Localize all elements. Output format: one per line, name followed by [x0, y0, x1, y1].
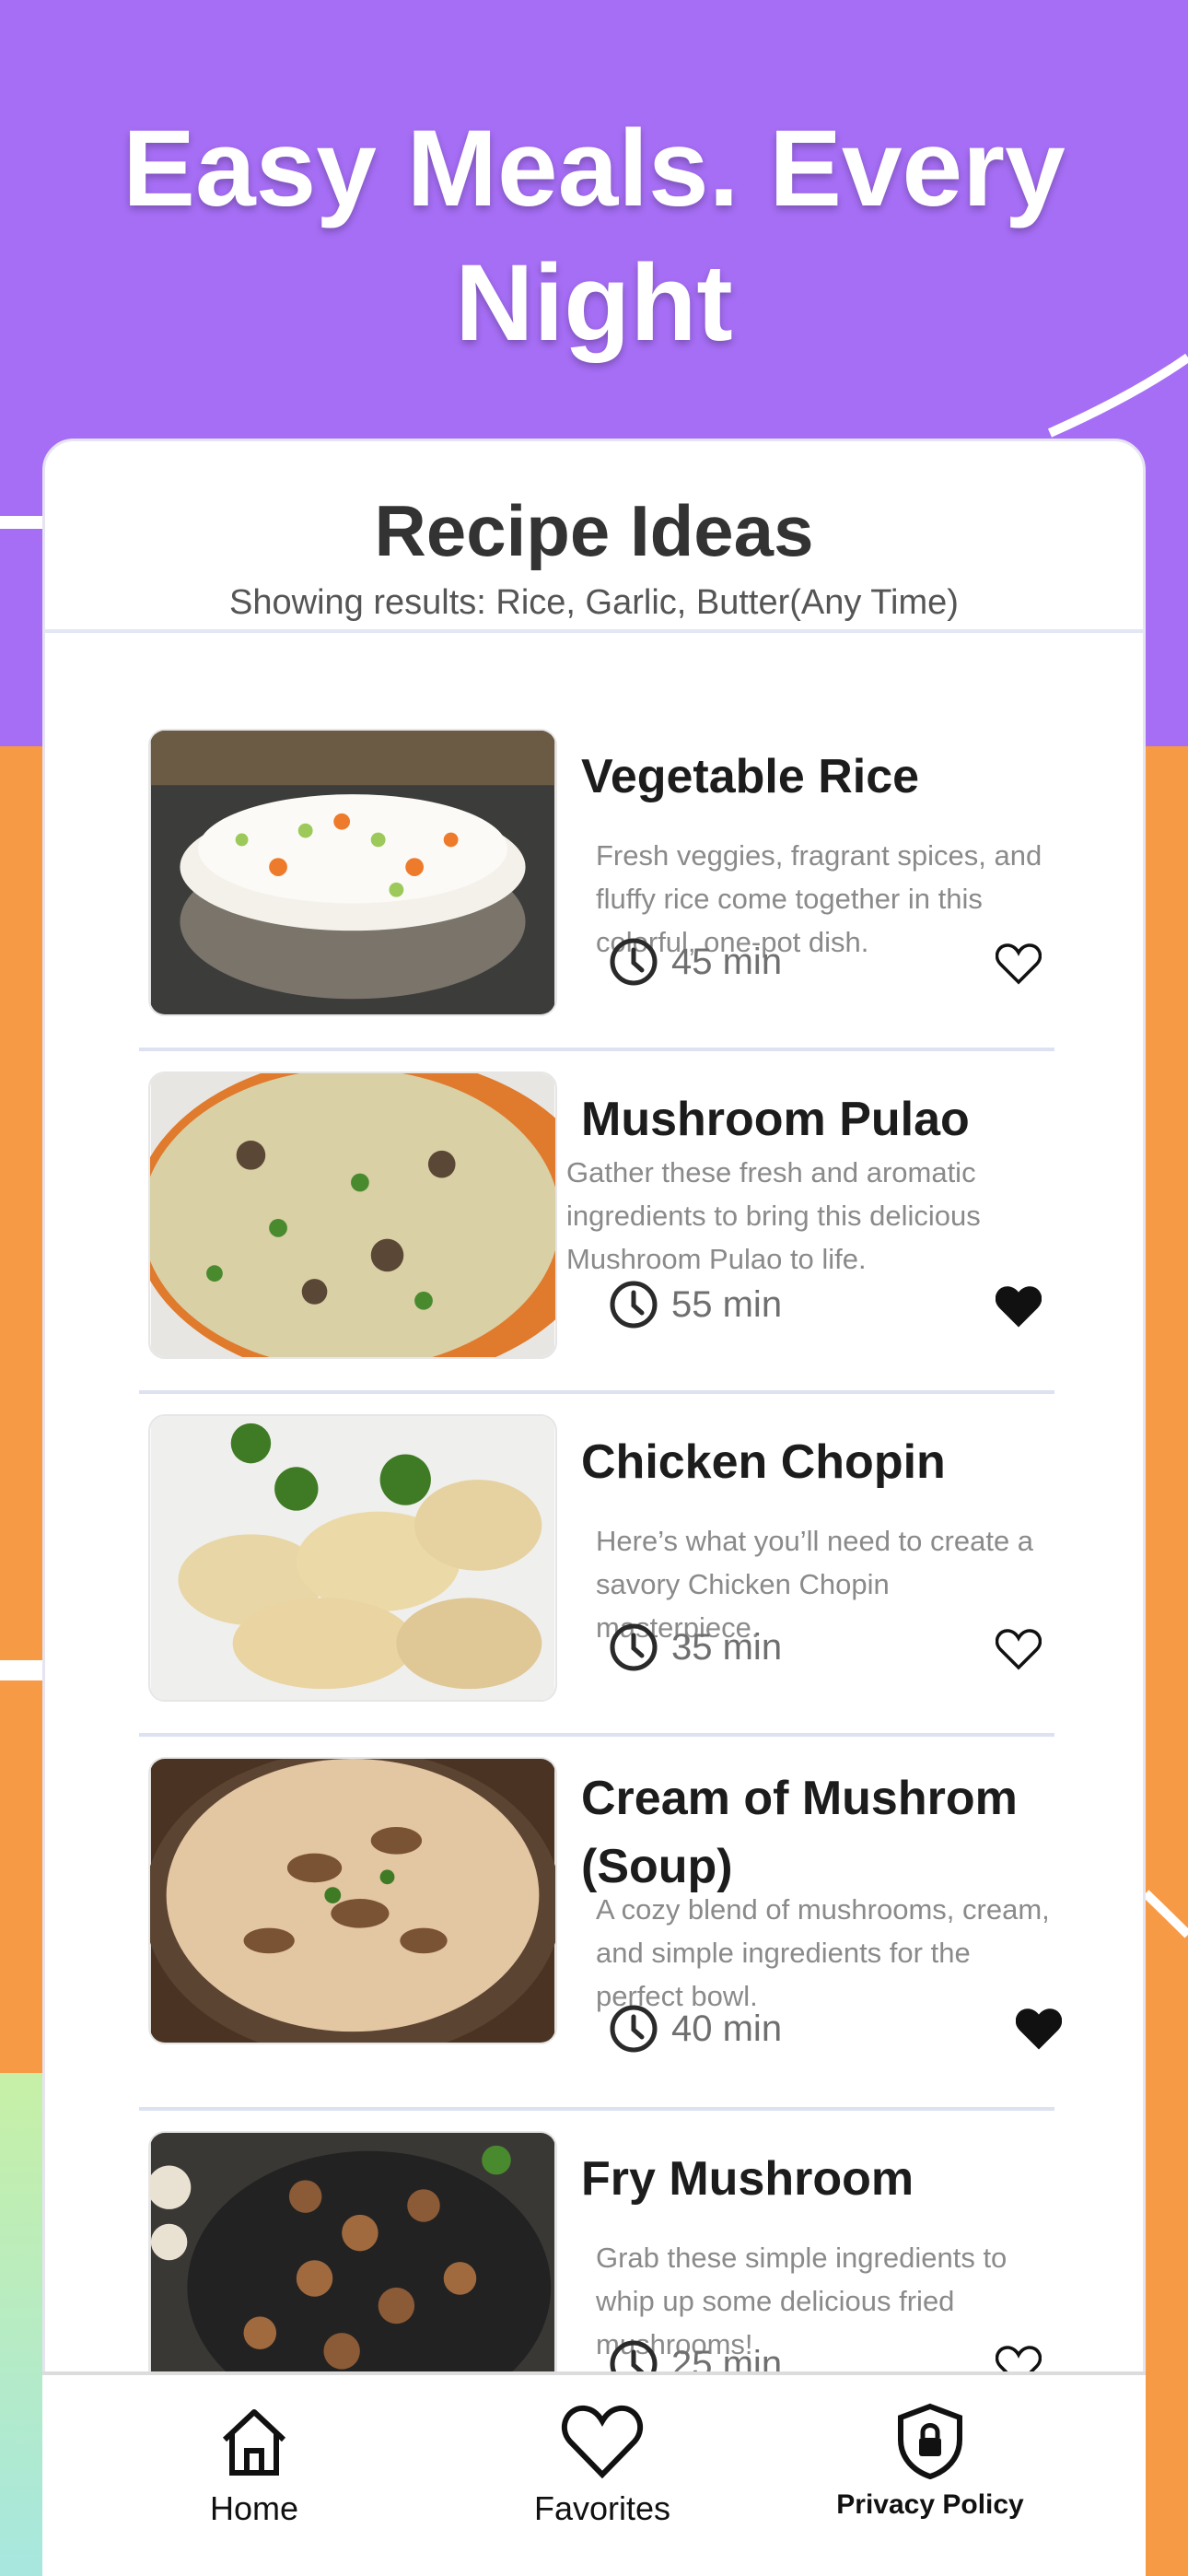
nav-favorites-label: Favorites: [533, 2489, 671, 2527]
recipe-item[interactable]: Chicken Chopin Here’s what you’ll need t…: [139, 1394, 1054, 1737]
clock-icon: [610, 1623, 658, 1671]
shield-lock-icon: [898, 2403, 962, 2480]
hero-title: Easy Meals. Every Night: [122, 108, 1066, 364]
recipe-image: [148, 1757, 557, 2044]
nav-home[interactable]: Home: [116, 2403, 392, 2528]
nav-privacy-policy[interactable]: Privacy Policy: [792, 2403, 1068, 2521]
recipe-image: [148, 729, 557, 1016]
recipe-title: Cream of Mushrom (Soup): [581, 1772, 1018, 1893]
cook-time-value: 55 min: [671, 1283, 783, 1325]
recipe-title: Chicken Chopin: [581, 1435, 946, 1489]
home-icon: [222, 2409, 286, 2476]
card-title: Recipe Ideas: [374, 490, 814, 571]
recipe-image: [148, 1071, 557, 1359]
divider: [45, 629, 1143, 633]
recipe-description: A cozy blend of mushrooms, cream, and si…: [596, 1893, 1050, 2012]
clock-icon: [610, 1281, 658, 1329]
recipe-description: Gather these fresh and aromatic ingredie…: [566, 1156, 981, 1275]
heart-icon[interactable]: [996, 943, 1042, 985]
cook-time: 35 min: [609, 1622, 782, 1672]
heart-icon: [561, 2405, 644, 2479]
clock-icon: [610, 2005, 658, 2053]
cook-time-value: 35 min: [671, 1626, 783, 1668]
cook-time-value: 45 min: [671, 941, 783, 982]
cook-time-value: 40 min: [671, 2008, 783, 2049]
cook-time: 55 min: [609, 1280, 782, 1329]
heart-icon[interactable]: [996, 1628, 1042, 1670]
nav-favorites[interactable]: Favorites: [464, 2403, 740, 2528]
nav-privacy-label: Privacy Policy: [836, 2489, 1024, 2520]
heart-icon[interactable]: [996, 1285, 1042, 1328]
recipe-item[interactable]: Vegetable Rice Fresh veggies, fragrant s…: [139, 708, 1054, 1051]
heart-icon[interactable]: [1016, 2008, 1062, 2050]
cook-time: 40 min: [609, 2004, 782, 2054]
recipe-card: Recipe Ideas Showing results: Rice, Garl…: [42, 439, 1146, 2576]
recipe-item[interactable]: Mushroom Pulao Gather these fresh and ar…: [139, 1051, 1054, 1394]
bottom-navigation: Home Favorites Privacy Policy: [42, 2371, 1146, 2576]
nav-home-label: Home: [209, 2489, 299, 2527]
cook-time: 45 min: [609, 937, 782, 987]
recipe-item[interactable]: Cream of Mushrom (Soup) A cozy blend of …: [139, 1737, 1062, 2111]
recipe-title: Fry Mushroom: [581, 2152, 914, 2206]
clock-icon: [610, 938, 658, 986]
recipe-list: Vegetable Rice Fresh veggies, fragrant s…: [139, 708, 1062, 2453]
recipe-title: Mushroom Pulao: [581, 1093, 970, 1146]
search-summary: Showing results: Rice, Garlic, Butter(An…: [229, 583, 959, 622]
recipe-image: [148, 1414, 557, 1702]
recipe-title: Vegetable Rice: [581, 750, 920, 803]
